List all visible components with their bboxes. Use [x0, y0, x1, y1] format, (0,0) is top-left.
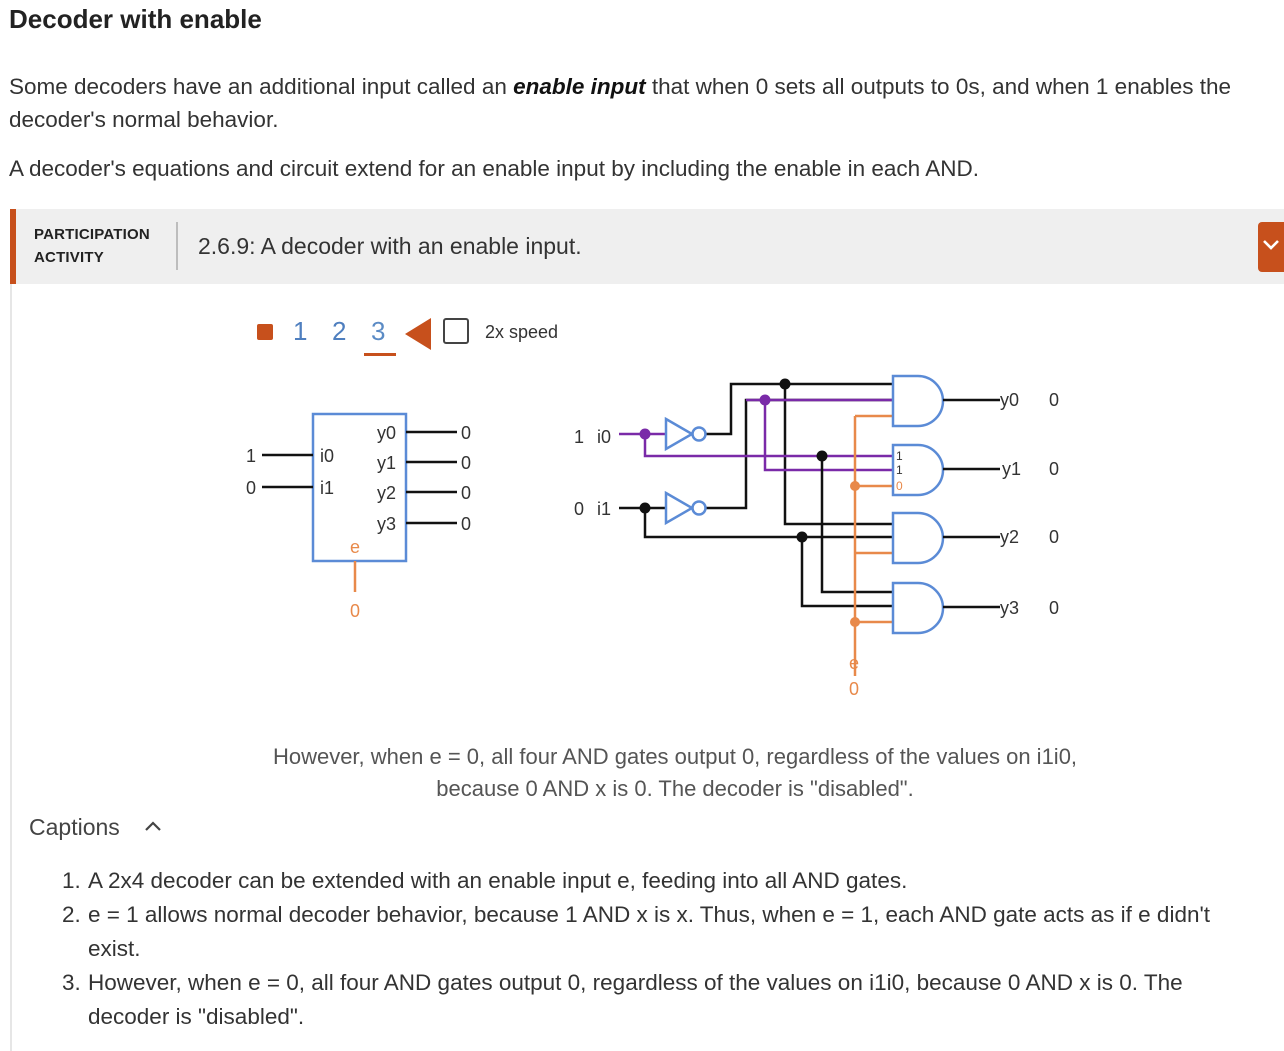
caption-text: e = 1 allows normal decoder behavior, be…: [88, 902, 1211, 961]
caption-number: 2.: [62, 902, 81, 927]
enable-input-term: enable input: [513, 74, 646, 99]
speed-label: 2x speed: [485, 322, 559, 342]
step-2-button[interactable]: 2: [332, 316, 346, 347]
equations-paragraph: A decoder's equations and circuit extend…: [9, 156, 979, 181]
intro-paragraph: Some decoders have an additional input c…: [9, 70, 1284, 136]
caption-text: However, when e = 0, all four AND gates …: [88, 970, 1183, 1029]
chevron-down-icon: [1263, 240, 1279, 250]
caption-number: 1.: [62, 868, 81, 893]
current-step-caption: However, when e = 0, all four AND gates …: [272, 744, 1078, 801]
activity-type-line1: PARTICIPATION: [34, 226, 150, 243]
activity-collapse-button[interactable]: [1258, 222, 1284, 272]
section-title: Decoder with enable: [9, 4, 262, 34]
step-3-button[interactable]: 3: [371, 316, 385, 347]
caption-item: 3. However, when e = 0, all four AND gate…: [62, 966, 1258, 1034]
active-step-indicator: [364, 353, 396, 356]
header-divider: [176, 222, 178, 270]
participation-activity-header: PARTICIPATION ACTIVITY 2.6.9: A decoder …: [10, 209, 1284, 284]
caption-number: 3.: [62, 970, 81, 995]
speed-checkbox[interactable]: [443, 318, 469, 344]
start-button[interactable]: [257, 324, 273, 340]
activity-type-label: PARTICIPATION ACTIVITY: [34, 223, 150, 269]
back-arrow-icon[interactable]: [405, 318, 431, 350]
activity-title: 2.6.9: A decoder with an enable input.: [198, 233, 582, 259]
caption-item: 2. e = 1 allows normal decoder behavior, …: [62, 898, 1258, 966]
intro-text-start: Some decoders have an additional input c…: [9, 74, 514, 99]
caption-item: 1. A 2x4 decoder can be extended with an …: [62, 864, 1258, 898]
step-1-button[interactable]: 1: [293, 316, 307, 347]
caption-text: A 2x4 decoder can be extended with an en…: [88, 868, 908, 893]
activity-type-line2: ACTIVITY: [34, 249, 104, 266]
captions-list: 1. A 2x4 decoder can be extended with an …: [62, 864, 1258, 1034]
chevron-up-icon[interactable]: [143, 818, 163, 834]
captions-toggle[interactable]: Captions: [29, 814, 120, 841]
